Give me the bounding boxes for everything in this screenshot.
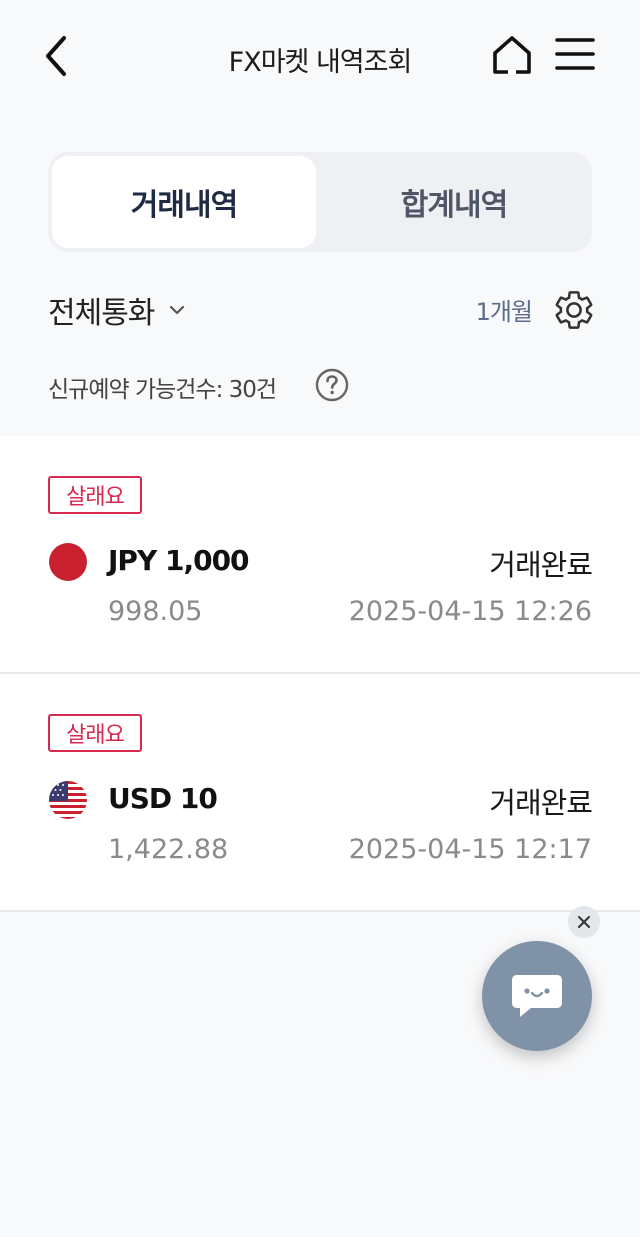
tab-transaction-history[interactable]: 거래내역 [52, 156, 316, 248]
transaction-amount: USD 10 [108, 782, 218, 815]
transaction-datetime: 2025-04-15 12:26 [348, 596, 592, 627]
buy-badge: 살래요 [48, 476, 142, 514]
tab-summary-history[interactable]: 합계내역 [320, 156, 588, 248]
close-icon [578, 916, 590, 928]
transaction-amount: JPY 1,000 [108, 544, 250, 577]
chevron-left-icon [46, 36, 66, 76]
transaction-datetime: 2025-04-15 12:17 [348, 834, 592, 865]
settings-button[interactable] [552, 288, 596, 332]
chevron-down-icon [170, 305, 185, 315]
transaction-status: 거래완료 [489, 786, 593, 820]
transaction-status: 거래완료 [489, 548, 593, 582]
transaction-row[interactable]: 살래요 USD 10 거래완료 1,422.88 2025-04-15 12:1… [0, 674, 640, 912]
chat-bubble-icon [512, 975, 562, 1017]
gear-icon [555, 291, 593, 329]
transaction-list: 살래요 JPY 1,000 거래완료 998.05 2025-04-15 12:… [0, 436, 640, 912]
back-button[interactable] [36, 30, 80, 82]
exchange-rate: 998.05 [108, 596, 203, 627]
buy-badge: 살래요 [48, 714, 142, 752]
usa-flag-icon [49, 781, 87, 819]
chat-close-button[interactable] [568, 906, 600, 938]
period-filter[interactable]: 1개월 [448, 292, 533, 327]
history-tabs: 거래내역 합계내역 [48, 152, 592, 252]
home-button[interactable] [488, 32, 536, 78]
menu-button[interactable] [554, 34, 596, 74]
home-icon [493, 36, 531, 74]
chatbot-button[interactable] [482, 941, 592, 1051]
currency-filter-dropdown[interactable]: 전체통화 [48, 288, 186, 332]
page-title: FX마켓 내역조회 [228, 47, 413, 78]
help-button[interactable] [314, 367, 350, 403]
reserve-count-text: 신규예약 가능건수: 30건 [48, 377, 277, 403]
app-header: FX마켓 내역조회 [0, 0, 640, 112]
currency-filter-label: 전체통화 [48, 296, 155, 331]
question-circle-icon [315, 368, 349, 402]
exchange-rate: 1,422.88 [108, 834, 229, 865]
hamburger-menu-icon [555, 38, 595, 70]
transaction-row[interactable]: 살래요 JPY 1,000 거래완료 998.05 2025-04-15 12:… [0, 436, 640, 674]
japan-flag-icon [49, 543, 87, 581]
